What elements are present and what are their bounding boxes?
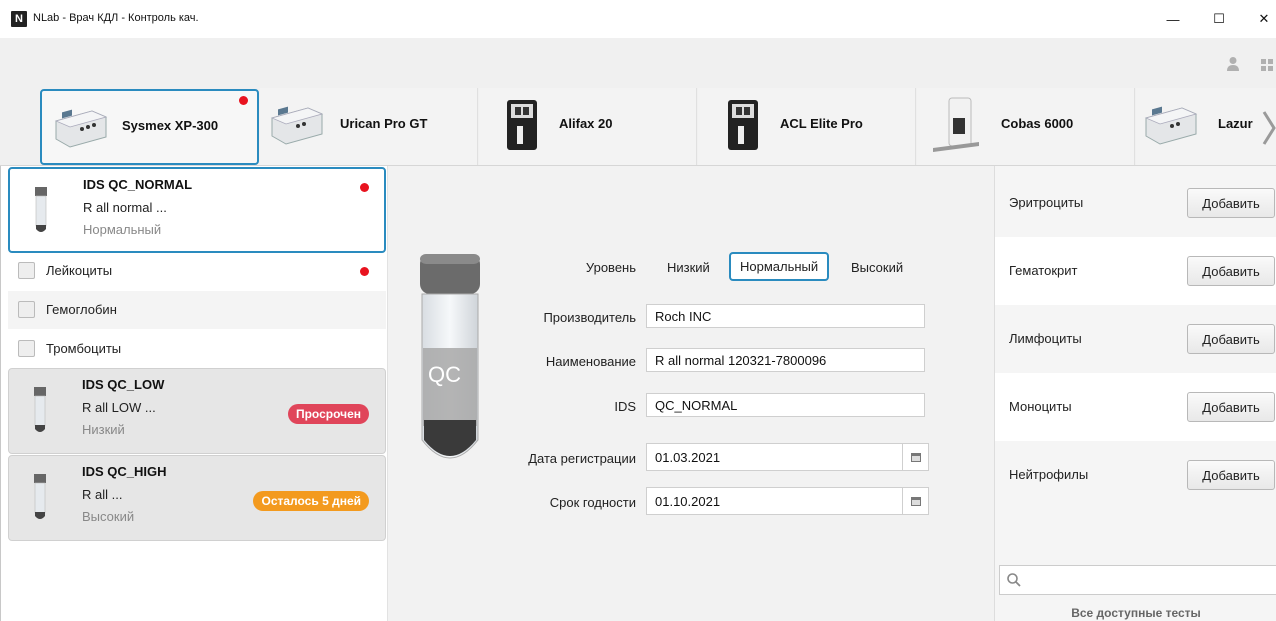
test-row: Эритроциты Добавить bbox=[995, 169, 1276, 237]
name-input[interactable]: R all normal 120321-7800096 bbox=[646, 348, 925, 372]
test-row: Лимфоциты Добавить bbox=[995, 305, 1276, 373]
window-title: NLab - Врач КДЛ - Контроль кач. bbox=[33, 12, 199, 24]
checkbox[interactable] bbox=[18, 262, 35, 279]
qc-card-high[interactable]: IDS QC_HIGH R all ... Высокий Осталось 5… bbox=[8, 455, 386, 541]
test-name: Эритроциты bbox=[1009, 195, 1084, 210]
reg-date-input[interactable]: 01.03.2021 bbox=[646, 443, 903, 471]
add-test-button[interactable]: Добавить bbox=[1187, 324, 1275, 354]
tube-label: QC bbox=[428, 362, 461, 387]
tests-panel: Эритроциты Добавить Гематокрит Добавить … bbox=[994, 166, 1276, 621]
qc-level: Низкий bbox=[82, 422, 125, 437]
expired-badge: Просрочен bbox=[287, 404, 369, 424]
user-icon[interactable] bbox=[1226, 56, 1240, 72]
param-label: Лейкоциты bbox=[46, 263, 113, 278]
expiry-label: Срок годности bbox=[549, 495, 636, 510]
analyzer-icon bbox=[728, 100, 758, 150]
level-normal-option[interactable]: Нормальный bbox=[729, 252, 830, 281]
expiry-calendar-button[interactable] bbox=[902, 487, 929, 515]
device-label: Lazur bbox=[1218, 116, 1253, 131]
name-label: Наименование bbox=[545, 354, 636, 369]
test-row: Нейтрофилы Добавить bbox=[995, 441, 1276, 509]
calendar-icon bbox=[911, 453, 921, 462]
checkbox[interactable] bbox=[18, 301, 35, 318]
grid-icon[interactable] bbox=[1260, 58, 1276, 72]
analyzer-icon bbox=[270, 106, 324, 145]
manufacturer-label: Производитель bbox=[543, 310, 636, 325]
reg-date-calendar-button[interactable] bbox=[902, 443, 929, 471]
calendar-icon bbox=[911, 497, 921, 506]
qc-desc: R all normal ... bbox=[83, 200, 167, 215]
minimize-button[interactable]: — bbox=[1159, 6, 1187, 32]
device-label: Cobas 6000 bbox=[1001, 116, 1074, 131]
analyzer-icon bbox=[1144, 106, 1198, 145]
analyzer-icon bbox=[507, 100, 537, 150]
test-search-input[interactable] bbox=[999, 565, 1276, 595]
qc-list-panel: IDS QC_NORMAL R all normal ... Нормальны… bbox=[0, 166, 388, 621]
ids-label: IDS bbox=[614, 399, 636, 414]
qc-name: IDS QC_HIGH bbox=[82, 464, 167, 479]
title-bar: N NLab - Врач КДЛ - Контроль кач. — ☐ ✕ bbox=[0, 0, 1276, 38]
toolbar bbox=[0, 38, 1276, 88]
test-name: Гематокрит bbox=[1009, 263, 1078, 278]
device-tab-alifax[interactable]: Alifax 20 bbox=[479, 88, 697, 165]
maximize-button[interactable]: ☐ bbox=[1205, 6, 1233, 32]
analyzer-icon bbox=[933, 97, 979, 152]
checkbox[interactable] bbox=[18, 340, 35, 357]
device-tab-urican[interactable]: Urican Pro GT bbox=[260, 88, 478, 165]
reg-date-label: Дата регистрации bbox=[528, 451, 636, 466]
expiry-input[interactable]: 01.10.2021 bbox=[646, 487, 903, 515]
device-tab-lazur[interactable]: Lazur bbox=[1136, 88, 1276, 165]
qc-level: Высокий bbox=[82, 509, 135, 524]
device-tab-cobas[interactable]: Cobas 6000 bbox=[917, 88, 1135, 165]
param-row-hemoglobin[interactable]: Гемоглобин bbox=[8, 291, 386, 329]
level-low-option[interactable]: Низкий bbox=[667, 260, 710, 275]
qc-details-panel: QC Уровень Низкий Нормальный Высокий Про… bbox=[388, 166, 994, 621]
tube-icon bbox=[34, 387, 46, 432]
param-label: Тромбоциты bbox=[46, 341, 122, 356]
alert-dot bbox=[360, 183, 369, 192]
add-test-button[interactable]: Добавить bbox=[1187, 392, 1275, 422]
qc-name: IDS QC_NORMAL bbox=[83, 177, 193, 192]
scroll-right-icon[interactable] bbox=[1262, 110, 1276, 146]
all-tests-label: Все доступные тесты bbox=[1071, 606, 1201, 620]
qc-card-normal[interactable]: IDS QC_NORMAL R all normal ... Нормальны… bbox=[8, 167, 386, 253]
ids-input[interactable]: QC_NORMAL bbox=[646, 393, 925, 417]
test-name: Нейтрофилы bbox=[1009, 467, 1089, 482]
param-row-platelets[interactable]: Тромбоциты bbox=[8, 330, 386, 368]
qc-desc: R all ... bbox=[82, 487, 123, 502]
param-label: Гемоглобин bbox=[46, 302, 117, 317]
alert-dot bbox=[360, 267, 369, 276]
level-high-option[interactable]: Высокий bbox=[851, 260, 903, 275]
device-tab-acl[interactable]: ACL Elite Pro bbox=[698, 88, 916, 165]
param-row-leukocytes[interactable]: Лейкоциты bbox=[8, 252, 386, 290]
device-label: Alifax 20 bbox=[559, 116, 613, 131]
alert-dot bbox=[239, 96, 248, 105]
close-button[interactable]: ✕ bbox=[1250, 6, 1276, 32]
test-row: Моноциты Добавить bbox=[995, 373, 1276, 441]
qc-name: IDS QC_LOW bbox=[82, 377, 165, 392]
device-tab-sysmex[interactable]: Sysmex XP-300 bbox=[40, 89, 259, 165]
add-test-button[interactable]: Добавить bbox=[1187, 256, 1275, 286]
tube-icon bbox=[35, 187, 47, 232]
add-test-button[interactable]: Добавить bbox=[1187, 188, 1275, 218]
tube-icon bbox=[34, 474, 46, 519]
test-row: Гематокрит Добавить bbox=[995, 237, 1276, 305]
test-name: Лимфоциты bbox=[1009, 331, 1082, 346]
device-label: ACL Elite Pro bbox=[780, 116, 863, 131]
test-name: Моноциты bbox=[1009, 399, 1072, 414]
qc-level: Нормальный bbox=[83, 222, 162, 237]
qc-desc: R all LOW ... bbox=[82, 400, 156, 415]
device-label: Urican Pro GT bbox=[340, 116, 428, 131]
analyzer-icon bbox=[54, 109, 108, 148]
qc-card-low[interactable]: IDS QC_LOW R all LOW ... Низкий Просроче… bbox=[8, 368, 386, 454]
app-logo-icon: N bbox=[11, 11, 27, 27]
device-tabs: Sysmex XP-300 Urican Pro GT Alifax 20 AC… bbox=[0, 88, 1276, 166]
add-test-button[interactable]: Добавить bbox=[1187, 460, 1275, 490]
manufacturer-input[interactable]: Roch INC bbox=[646, 304, 925, 328]
level-label: Уровень bbox=[585, 260, 636, 275]
device-label: Sysmex XP-300 bbox=[122, 118, 219, 133]
qc-tube-image: QC bbox=[420, 254, 480, 459]
search-icon bbox=[1007, 573, 1021, 587]
days-left-badge: Осталось 5 дней bbox=[253, 491, 369, 511]
